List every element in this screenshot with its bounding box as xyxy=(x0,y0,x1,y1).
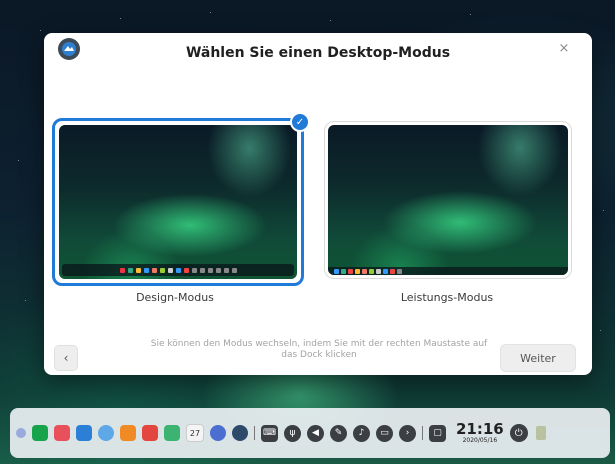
clock[interactable]: 21:16 2020/05/16 xyxy=(456,419,504,445)
trash-icon[interactable] xyxy=(535,426,546,440)
settings-icon[interactable] xyxy=(210,425,226,441)
app-store-icon[interactable] xyxy=(120,425,136,441)
preview-dock xyxy=(328,267,568,275)
mail-icon[interactable] xyxy=(54,425,70,441)
notification-icon[interactable]: ♪ xyxy=(353,424,370,442)
photos-icon[interactable] xyxy=(142,425,158,441)
performance-mode-option[interactable] xyxy=(324,121,572,279)
arrow-icon[interactable]: › xyxy=(399,424,416,442)
battery-icon[interactable]: ▭ xyxy=(376,424,393,442)
performance-mode-label: Leistungs-Modus xyxy=(400,291,494,304)
clock-time: 21:16 xyxy=(456,419,504,438)
browser-icon[interactable] xyxy=(98,425,114,441)
window-icon[interactable]: ▢ xyxy=(429,424,446,442)
power-icon[interactable]: ⏻ xyxy=(509,424,528,442)
clock-date: 2020/05/16 xyxy=(462,436,498,444)
keyboard-icon[interactable]: ⌨ xyxy=(261,424,278,442)
performance-mode-preview xyxy=(328,125,568,275)
previous-button[interactable]: ‹ xyxy=(54,345,78,371)
design-mode-option[interactable]: ✓ xyxy=(52,112,310,286)
hint-text: Sie können den Modus wechseln, indem Sie… xyxy=(134,339,504,361)
close-icon[interactable]: × xyxy=(556,41,572,57)
launcher-icon[interactable] xyxy=(16,428,26,438)
preview-dock xyxy=(62,264,294,276)
design-mode-preview xyxy=(59,125,297,279)
desktop-mode-dialog: Wählen Sie einen Desktop-Modus × ✓ Desig… xyxy=(44,33,592,375)
next-button[interactable]: Weiter xyxy=(500,344,576,372)
dialog-title: Wählen Sie einen Desktop-Modus xyxy=(185,45,451,61)
deepin-store-icon[interactable] xyxy=(232,425,248,441)
music-icon[interactable] xyxy=(164,425,180,441)
dock: 27 ⌨ ψ ◀ ✎ ♪ ▭ › ▢ 21:16 2020/05/16 ⏻ xyxy=(10,408,610,458)
terminal-icon[interactable] xyxy=(32,425,48,441)
dock-separator xyxy=(254,426,255,440)
file-manager-icon[interactable] xyxy=(76,425,92,441)
volume-icon[interactable]: ◀ xyxy=(307,424,324,442)
dock-separator xyxy=(422,426,423,440)
pen-icon[interactable]: ✎ xyxy=(330,424,347,442)
calendar-icon[interactable]: 27 xyxy=(186,424,204,442)
design-mode-label: Design-Modus xyxy=(136,291,214,304)
selected-check-icon: ✓ xyxy=(290,112,310,132)
hint-line-1: Sie können den Modus wechseln, indem Sie… xyxy=(150,339,488,349)
usb-icon[interactable]: ψ xyxy=(284,424,301,442)
hint-line-2: das Dock klicken xyxy=(281,350,357,360)
